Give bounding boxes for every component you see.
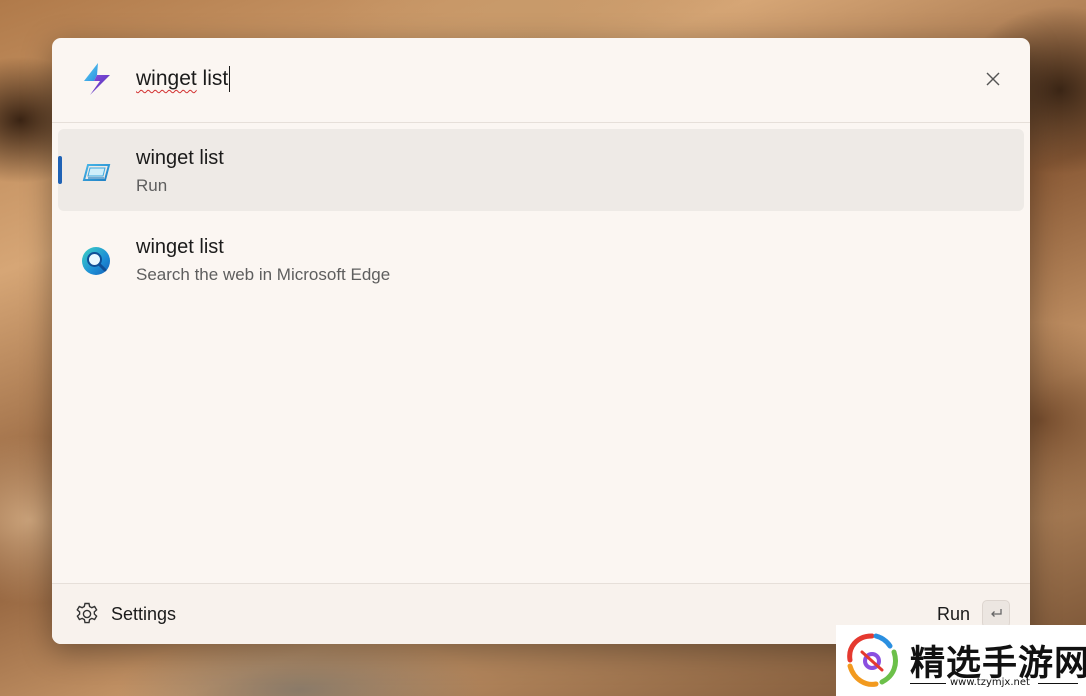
result-item-run[interactable]: winget list Run [58,129,1024,211]
result-subtitle: Run [136,176,168,195]
search-query-misspelled-word: winget [136,67,197,90]
enter-key-icon [982,600,1010,628]
site-watermark: 精选手游网 www.tzymjx.net [836,625,1086,696]
watermark-rule-left [910,683,946,684]
result-item-web-search[interactable]: winget list Search the web in Microsoft … [58,218,1024,300]
settings-button[interactable]: Settings [74,600,176,628]
text-caret [229,66,231,93]
search-input[interactable]: winget list [136,64,231,94]
search-bar: winget list [52,38,1030,123]
watermark-logo-icon [847,633,898,687]
desktop-wallpaper: winget list winget list Run winget list … [0,0,1086,696]
watermark-url: www.tzymjx.net [950,677,1030,688]
powertoys-run-window: winget list winget list Run winget list … [52,38,1030,644]
web-search-icon [82,247,110,275]
run-label: Run [936,603,970,624]
result-title: winget list [136,147,224,169]
powertoys-run-logo-icon [84,63,110,95]
watermark-rule-right [1038,683,1078,684]
results-list: winget list Run winget list Search the w… [58,129,1024,307]
selection-indicator [58,156,62,184]
result-subtitle: Search the web in Microsoft Edge [136,265,391,284]
result-title: winget list [136,236,224,258]
gear-icon [76,602,98,624]
close-icon[interactable] [982,68,1004,90]
terminal-icon [82,164,111,181]
settings-label: Settings [111,603,177,624]
search-query-rest: list [196,67,229,90]
